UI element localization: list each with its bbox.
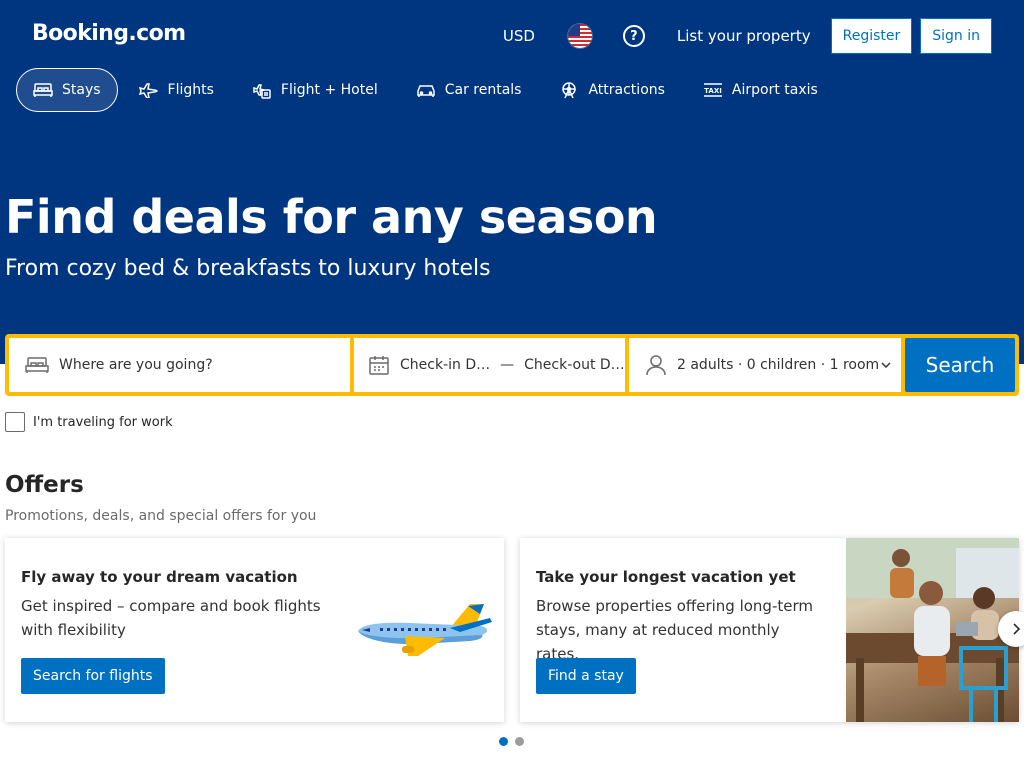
nav-label: Airport taxis bbox=[731, 82, 818, 98]
guests-field[interactable]: 2 adults · 0 children · 1 room bbox=[629, 338, 901, 392]
nav-label: Stays bbox=[62, 82, 101, 98]
carousel-pagination bbox=[499, 737, 531, 746]
family-photo-image bbox=[846, 538, 1019, 722]
offer-card-flights: Fly away to your dream vacation Get insp… bbox=[5, 538, 504, 722]
nav-item-stays[interactable]: Stays bbox=[16, 68, 118, 112]
carousel-dot[interactable] bbox=[499, 737, 508, 746]
work-travel-checkbox[interactable] bbox=[5, 412, 25, 432]
hero-banner: Booking.com USD ? List your property Reg… bbox=[0, 0, 1024, 364]
svg-text:TAXI: TAXI bbox=[704, 87, 722, 95]
sign-in-button[interactable]: Sign in bbox=[920, 18, 992, 54]
plane-icon bbox=[138, 83, 158, 98]
nav-item-flight-hotel[interactable]: Flight + Hotel bbox=[235, 68, 395, 112]
booking-logo[interactable]: Booking.com bbox=[32, 21, 186, 46]
date-field[interactable]: Check-in D… — Check-out D… bbox=[354, 338, 625, 392]
us-flag-icon[interactable] bbox=[566, 23, 593, 49]
hero-title: Find deals for any season bbox=[5, 190, 658, 244]
nav-item-car-rentals[interactable]: Car rentals bbox=[399, 68, 539, 112]
ferris-wheel-icon bbox=[562, 82, 577, 99]
search-bar: Where are you going? Check-in D… — Check… bbox=[5, 334, 1019, 396]
work-travel-option[interactable]: I'm traveling for work bbox=[5, 412, 173, 432]
offers-subtitle: Promotions, deals, and special offers fo… bbox=[5, 508, 317, 524]
offer-card-title: Take your longest vacation yet bbox=[536, 568, 796, 586]
nav-item-flights[interactable]: Flights bbox=[122, 68, 231, 112]
person-icon bbox=[646, 355, 666, 376]
nav-item-attractions[interactable]: Attractions bbox=[542, 68, 681, 112]
flight-hotel-icon bbox=[253, 84, 271, 99]
work-travel-label: I'm traveling for work bbox=[33, 414, 173, 430]
list-your-property-link[interactable]: List your property bbox=[677, 27, 811, 45]
checkout-date[interactable]: Check-out D… bbox=[524, 357, 625, 373]
offer-card-body: Get inspired – compare and book flights … bbox=[21, 597, 321, 639]
carousel-dot[interactable] bbox=[515, 737, 524, 746]
nav-label: Flight + Hotel bbox=[280, 82, 378, 98]
hero-subtitle: From cozy bed & breakfasts to luxury hot… bbox=[5, 256, 491, 281]
car-icon bbox=[416, 85, 435, 97]
destination-field[interactable]: Where are you going? bbox=[9, 338, 350, 392]
nav-label: Flights bbox=[167, 82, 214, 98]
register-button[interactable]: Register bbox=[830, 18, 913, 54]
search-flights-button[interactable]: Search for flights bbox=[21, 658, 165, 694]
bed-icon bbox=[25, 357, 49, 373]
airplane-illustration bbox=[358, 604, 492, 656]
bed-icon bbox=[33, 83, 53, 97]
offers-title: Offers bbox=[5, 472, 84, 498]
currency-selector[interactable]: USD bbox=[503, 27, 535, 45]
destination-placeholder: Where are you going? bbox=[59, 357, 213, 373]
nav-item-airport-taxis[interactable]: TAXI Airport taxis bbox=[686, 68, 835, 112]
header-actions: USD ? List your property Register Sign i… bbox=[503, 18, 992, 54]
offer-card-body: Browse properties offering long-term sta… bbox=[536, 597, 813, 663]
calendar-icon bbox=[369, 356, 389, 375]
nav-label: Car rentals bbox=[444, 82, 522, 98]
find-a-stay-button[interactable]: Find a stay bbox=[536, 658, 636, 694]
offer-card-title: Fly away to your dream vacation bbox=[21, 568, 298, 586]
taxi-icon: TAXI bbox=[703, 83, 722, 97]
chevron-down-icon bbox=[881, 362, 891, 368]
offer-card-long-stay: Take your longest vacation yet Browse pr… bbox=[520, 538, 1019, 722]
checkin-date[interactable]: Check-in D… bbox=[400, 357, 490, 373]
search-button[interactable]: Search bbox=[905, 338, 1015, 392]
guests-summary: 2 adults · 0 children · 1 room bbox=[677, 357, 880, 373]
product-nav: Stays Flights Flight + Hotel Car rentals… bbox=[16, 68, 839, 112]
date-separator: — bbox=[500, 357, 515, 373]
nav-label: Attractions bbox=[588, 82, 665, 98]
help-icon[interactable]: ? bbox=[622, 25, 645, 47]
chevron-right-icon bbox=[1012, 623, 1020, 635]
